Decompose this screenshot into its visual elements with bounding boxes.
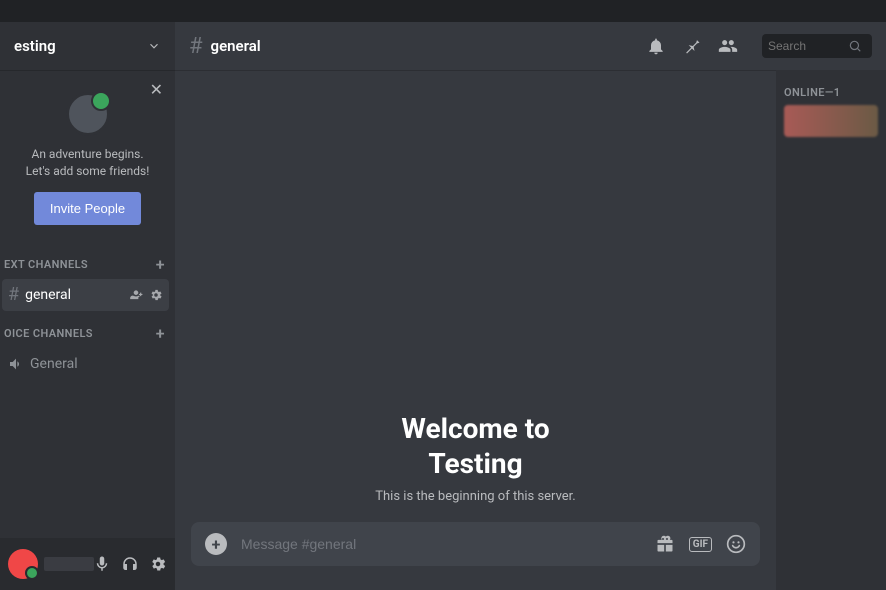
members-icon[interactable] xyxy=(718,36,738,56)
attach-icon[interactable]: + xyxy=(205,533,227,555)
add-voice-channel-icon[interactable]: + xyxy=(156,324,165,343)
deafen-icon[interactable] xyxy=(121,555,139,573)
invite-card: ✕ An adventure begins. Let's add some fr… xyxy=(0,70,175,243)
add-text-channel-icon[interactable]: + xyxy=(156,255,165,274)
window-titlebar xyxy=(0,0,886,22)
online-label: ONLINE—1 xyxy=(784,86,878,99)
server-dropdown[interactable]: esting xyxy=(0,22,175,70)
voice-channel-name: General xyxy=(30,356,78,372)
voice-channels-label: oice channels xyxy=(4,327,93,340)
channel-settings-icon[interactable] xyxy=(149,288,163,302)
user-panel xyxy=(0,538,175,590)
user-settings-icon[interactable] xyxy=(149,555,167,573)
welcome-block: Welcome to Testing This is the beginning… xyxy=(175,411,776,522)
search-input[interactable] xyxy=(768,39,848,53)
invite-line1: An adventure begins. xyxy=(10,146,165,163)
members-list: ONLINE—1 xyxy=(776,70,886,590)
channel-title: general xyxy=(211,37,261,55)
message-input[interactable] xyxy=(241,536,641,552)
gift-icon[interactable] xyxy=(655,534,675,554)
text-channels-header[interactable]: ext channels + xyxy=(0,243,175,278)
message-area: Welcome to Testing This is the beginning… xyxy=(175,70,776,590)
user-name xyxy=(44,557,87,571)
channel-general[interactable]: # general xyxy=(2,279,169,311)
chevron-down-icon xyxy=(147,39,161,53)
voice-channels-header[interactable]: oice channels + xyxy=(0,312,175,347)
welcome-line1: Welcome to xyxy=(195,411,756,446)
emoji-icon[interactable] xyxy=(726,534,746,554)
member-item[interactable] xyxy=(784,105,878,137)
gif-icon[interactable]: GIF xyxy=(689,537,712,552)
invite-people-button[interactable]: Invite People xyxy=(34,192,141,225)
mute-icon[interactable] xyxy=(93,555,111,573)
message-composer[interactable]: + GIF xyxy=(191,522,760,566)
welcome-line2: Testing xyxy=(195,446,756,481)
voice-channel-general[interactable]: General xyxy=(2,348,169,380)
chat-header: # general xyxy=(175,22,886,70)
notifications-icon[interactable] xyxy=(646,36,666,56)
close-icon[interactable]: ✕ xyxy=(150,80,163,99)
pinned-icon[interactable] xyxy=(682,36,702,56)
channel-name: general xyxy=(25,287,71,303)
search-box[interactable] xyxy=(762,34,872,58)
invite-line2: Let's add some friends! xyxy=(10,163,165,180)
text-channels-label: ext channels xyxy=(4,258,88,271)
create-invite-icon[interactable] xyxy=(129,288,143,302)
invite-text: An adventure begins. Let's add some frie… xyxy=(10,146,165,180)
welcome-subtitle: This is the beginning of this server. xyxy=(195,489,756,504)
user-avatar[interactable] xyxy=(8,549,38,579)
channel-sidebar: esting ✕ An adventure begins. Let's add … xyxy=(0,22,175,590)
speaker-icon xyxy=(8,356,24,372)
server-name: esting xyxy=(14,37,56,55)
chat-main: # general xyxy=(175,22,886,590)
search-icon xyxy=(848,39,862,53)
hash-icon: # xyxy=(189,34,203,59)
hash-icon: # xyxy=(8,284,19,305)
invite-illustration xyxy=(66,92,110,136)
